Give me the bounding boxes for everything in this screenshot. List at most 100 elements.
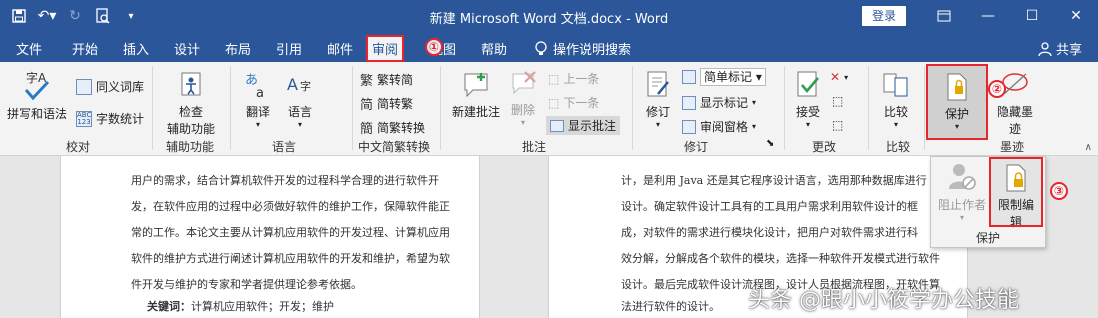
- chevron-down-icon: ▾: [805, 120, 810, 129]
- delete-comment-icon: [512, 71, 536, 95]
- tell-me-search[interactable]: 操作说明搜索: [535, 39, 631, 58]
- page-text-line: 计，是利用 Java 还是其它程序设计语言，选用那种数据库进行: [621, 174, 927, 187]
- minimize-icon[interactable]: —: [966, 0, 1010, 32]
- tab-design[interactable]: 设计: [174, 39, 200, 58]
- word-count-label: 字数统计: [96, 112, 145, 126]
- group-separator: [924, 66, 925, 150]
- track-changes-button[interactable]: 修订 ▾: [640, 70, 676, 129]
- traditional-to-simplified-icon: 繁: [360, 74, 374, 89]
- tab-review[interactable]: 审阅: [366, 35, 405, 62]
- tracking-options-launcher-icon[interactable]: ⬊: [766, 138, 774, 149]
- hide-ink-label-2: 迹: [1008, 122, 1021, 136]
- tab-file[interactable]: 文件: [16, 39, 42, 58]
- compare-icon: [883, 73, 908, 97]
- word-count-icon: ABC 123: [76, 110, 92, 127]
- traditional-to-simplified-button[interactable]: 繁 繁转简: [360, 70, 413, 89]
- spelling-grammar-button[interactable]: 字A 拼写和语法: [6, 68, 68, 122]
- maximize-icon[interactable]: ☐: [1010, 0, 1054, 32]
- thesaurus-label: 同义词库: [96, 80, 145, 94]
- markup-display-select[interactable]: 简单标记 ▾: [682, 68, 766, 86]
- spelling-check-icon: 字A: [24, 70, 50, 101]
- previous-change-button[interactable]: ⬚: [832, 94, 843, 108]
- tab-help[interactable]: 帮助: [481, 39, 507, 58]
- check-label-line2: 辅助功能: [166, 122, 215, 136]
- close-icon[interactable]: ✕: [1054, 0, 1098, 32]
- thesaurus-button[interactable]: 同义词库: [76, 78, 144, 95]
- restrict-label-2: 辑: [1009, 215, 1022, 229]
- window-controls: — ☐ ✕: [922, 0, 1098, 32]
- tab-references[interactable]: 引用: [276, 39, 302, 58]
- tab-home[interactable]: 开始: [72, 39, 98, 58]
- show-markup-icon: [682, 95, 696, 110]
- markup-icon: [682, 70, 696, 84]
- reviewing-pane-icon: [682, 119, 696, 134]
- collapse-ribbon-icon[interactable]: ∧: [1085, 142, 1092, 153]
- track-label: 修订: [645, 105, 670, 119]
- page-text-line: 效分解，分解成各个软件的模块，选择一种软件开发模式进行软件: [621, 252, 940, 265]
- chinese-conversion-button[interactable]: 簡 简繁转换: [360, 118, 425, 137]
- chevron-down-icon: ▾: [752, 122, 757, 131]
- compare-button[interactable]: 比较 ▾: [876, 70, 916, 129]
- word-count-button[interactable]: ABC 123 字数统计: [76, 110, 144, 127]
- block-authors-button[interactable]: 阻止作者 ▾: [935, 161, 989, 222]
- reject-icon: ✕: [830, 70, 841, 84]
- accept-button[interactable]: 接受 ▾: [790, 70, 826, 129]
- compare-label: 比较: [883, 105, 908, 119]
- block-authors-label: 阻止作者: [937, 198, 986, 212]
- document-page-left: 用户的需求，结合计算机软件开发的过程科学合理的进行软件开 发，在软件应用的过程中…: [60, 156, 480, 318]
- new-comment-button[interactable]: 新建批注: [446, 70, 506, 120]
- protect-dropdown-panel: 阻止作者 ▾ 限制编 辑 保护: [930, 156, 1046, 248]
- chevron-down-icon: ▾: [893, 120, 898, 129]
- pane-label: 审阅窗格: [700, 120, 749, 134]
- next-change-button[interactable]: ⬚: [832, 118, 843, 132]
- protect-button[interactable]: 保护 ▾: [926, 64, 988, 140]
- show-markup-button[interactable]: 显示标记 ▾: [682, 94, 756, 111]
- previous-comment-button[interactable]: ⬚ 上一条: [548, 70, 599, 87]
- login-button[interactable]: 登录: [862, 6, 906, 26]
- chevron-down-icon: ▾: [752, 98, 757, 107]
- simplified-to-traditional-button[interactable]: 简 简转繁: [360, 94, 413, 113]
- proofing-group-label: 校对: [66, 140, 91, 154]
- hide-ink-label-1: 隐藏墨: [996, 105, 1033, 119]
- translate-icon: あa: [245, 73, 264, 101]
- delete-comment-button[interactable]: 删除 ▾: [506, 70, 540, 127]
- group-separator: [352, 66, 353, 150]
- tab-mailings[interactable]: 邮件: [327, 39, 353, 58]
- tell-me-label: 操作说明搜索: [553, 43, 632, 58]
- chevron-down-icon: ▾: [959, 213, 964, 222]
- annotation-number-1: ①: [425, 38, 443, 56]
- show-markup-label: 显示标记: [700, 96, 749, 110]
- changes-group-label: 更改: [812, 140, 837, 154]
- page-text-line: 发，在软件应用的过程中必须做好软件的维护工作，保障软件能正: [131, 200, 450, 213]
- tracking-group-label: 修订: [684, 140, 709, 154]
- translate-label: 翻译: [245, 105, 270, 119]
- keywords-text: 计算机应用软件；开发；维护: [191, 300, 334, 313]
- person-icon: [1038, 41, 1052, 56]
- page-text-line: 软件的维护方式进行阐述计算机应用软件的开发和维护，希望为软: [131, 252, 450, 265]
- tab-insert[interactable]: 插入: [123, 39, 149, 58]
- next-comment-button[interactable]: ⬚ 下一条: [548, 94, 599, 111]
- tab-layout[interactable]: 布局: [225, 39, 251, 58]
- reject-button[interactable]: ✕ ▾: [830, 70, 848, 84]
- check-accessibility-button[interactable]: 检查 辅助功能: [160, 70, 222, 137]
- page-text-line: 设计。确定软件设计工具有的工具用户需求利用软件设计的框: [621, 200, 918, 213]
- group-separator: [868, 66, 869, 150]
- group-separator: [152, 66, 153, 150]
- hide-ink-button[interactable]: 隐藏墨 迹: [992, 70, 1038, 137]
- chevron-down-icon: ▾: [844, 72, 849, 82]
- translate-button[interactable]: あa 翻译 ▾: [238, 70, 278, 129]
- accessibility-icon: [181, 72, 201, 96]
- markup-select-value[interactable]: 简单标记 ▾: [700, 68, 766, 86]
- show-comments-button[interactable]: 显示批注: [546, 116, 621, 135]
- chinese-group-label: 中文简繁转换: [358, 140, 431, 154]
- share-button[interactable]: 共享: [1038, 39, 1082, 58]
- ribbon-display-options-icon[interactable]: [922, 0, 966, 32]
- restrict-editing-button[interactable]: 限制编 辑: [989, 157, 1043, 229]
- reviewing-pane-button[interactable]: 审阅窗格 ▾: [682, 118, 756, 135]
- page-text-line: 成，对软件的需求进行模块化设计，把用户对软件需求进行科: [621, 226, 918, 239]
- keywords-label: 关键词：: [147, 300, 191, 313]
- svg-text:字A: 字A: [26, 70, 47, 85]
- new-comment-label: 新建批注: [451, 105, 500, 119]
- protect-label: 保护: [944, 107, 969, 121]
- language-button[interactable]: A字 语言 ▾: [280, 70, 320, 129]
